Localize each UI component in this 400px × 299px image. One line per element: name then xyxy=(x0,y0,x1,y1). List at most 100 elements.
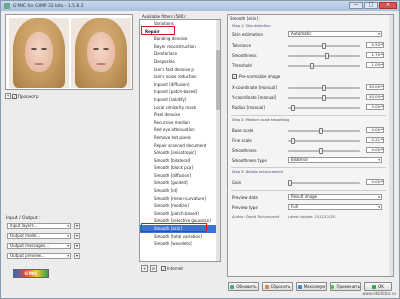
filter-item[interactable]: Inpaint [patch-based] xyxy=(140,88,220,96)
pre-normalize-option[interactable]: ✓ Pre-normalize image xyxy=(232,74,280,79)
title-bar[interactable]: G'MIC for GIMP 32 bits - 1.5.8.2 — □ ✕ xyxy=(1,1,399,11)
output-mode-side[interactable]: ▾ xyxy=(74,233,80,239)
radius-input[interactable]: 5.00 ▴▾ xyxy=(366,104,384,110)
maximize-button[interactable]: □ xyxy=(364,2,378,9)
smoothness-input[interactable]: 1.70 ▴▾ xyxy=(366,52,384,58)
fine-scale-knob[interactable] xyxy=(291,138,296,144)
filter-item[interactable]: Banding denoise xyxy=(140,35,220,43)
filter-item[interactable]: Recursive median xyxy=(140,119,220,127)
radius-slider[interactable] xyxy=(288,105,360,111)
settings-scrollbar[interactable] xyxy=(389,15,393,276)
filter-item[interactable]: Local similarity mask xyxy=(140,104,220,112)
smoothness-knob[interactable] xyxy=(325,53,330,59)
smoothness-slider[interactable] xyxy=(288,53,360,59)
y-coordinate-slider[interactable] xyxy=(288,95,360,101)
filter-item[interactable]: Smooth [wavelets] xyxy=(140,240,220,248)
preview-checkbox[interactable]: ✓ xyxy=(12,93,17,99)
x-coordinate-knob[interactable] xyxy=(322,85,326,91)
filter-item[interactable]: Smooth [total variation] xyxy=(140,233,220,241)
ok-button[interactable]: OK xyxy=(364,282,392,291)
add-filter-button[interactable]: + xyxy=(141,265,148,272)
check-icon xyxy=(372,284,377,289)
tolerance-slider[interactable] xyxy=(288,43,360,49)
update-button[interactable]: Обновить xyxy=(228,282,259,291)
output-mode-select[interactable]: Output mode... ▾ xyxy=(7,233,71,239)
smoothness2-slider[interactable] xyxy=(288,148,360,154)
x-coordinate-label: X-coordinate [manual] xyxy=(232,85,277,90)
y-coordinate-input[interactable]: 50.00 ▴▾ xyxy=(366,94,384,100)
minimize-button[interactable]: — xyxy=(349,2,363,9)
base-scale-knob[interactable] xyxy=(318,128,323,134)
internet-checkbox[interactable]: ✓ xyxy=(161,266,166,271)
filter-item[interactable]: Smooth [median] xyxy=(140,202,220,210)
tolerance-knob[interactable] xyxy=(322,43,326,49)
filter-item[interactable]: Despeckle xyxy=(140,58,220,66)
x-coordinate-slider[interactable] xyxy=(288,85,360,91)
watermark: www.ekbfotos.ru xyxy=(362,291,396,296)
radius-knob[interactable] xyxy=(291,105,296,111)
output-messages-side[interactable]: ▾ xyxy=(74,243,80,249)
filter-item[interactable]: Smooth [bilateral] xyxy=(140,157,220,165)
y-coordinate-knob[interactable] xyxy=(322,95,326,101)
x-coordinate-input[interactable]: 50.00 ▴▾ xyxy=(366,84,384,90)
input-layers-side[interactable]: ▾ xyxy=(74,223,80,229)
refresh-icon[interactable]: ⟳ xyxy=(150,265,157,272)
preview-data-select[interactable]: Result image ▾ xyxy=(288,194,382,200)
skin-estimation-select[interactable]: Automatic ▾ xyxy=(288,31,382,37)
gmic-logo[interactable]: G'MIC xyxy=(13,269,49,278)
filter-item[interactable]: Smooth [mean-curvature] xyxy=(140,195,220,203)
filter-item[interactable]: Remove hot pixels xyxy=(140,134,220,142)
apply-button[interactable]: Применить xyxy=(330,282,361,291)
reset-button[interactable]: Сбросить xyxy=(262,282,293,291)
close-button[interactable]: ✕ xyxy=(379,2,397,9)
filter-list-scrollbar[interactable] xyxy=(216,20,220,261)
preview-checkbox-label: Просмотр xyxy=(18,93,39,99)
maximize-preview-button[interactable]: Максимум xyxy=(296,282,327,291)
output-preview-side[interactable]: ▾ xyxy=(74,253,80,259)
base-scale-slider[interactable] xyxy=(288,128,360,134)
preview-type-select[interactable]: Full ▾ xyxy=(288,204,382,210)
tolerance-input[interactable]: 0.50 ▴▾ xyxy=(366,42,384,48)
gain-knob[interactable] xyxy=(288,180,292,186)
filter-item[interactable]: Smooth [diffusion] xyxy=(140,172,220,180)
internet-toggle[interactable]: ✓ Internet xyxy=(161,266,183,271)
filter-item[interactable]: Smooth [id] xyxy=(140,187,220,195)
gain-slider[interactable] xyxy=(288,180,360,186)
smoothness2-knob[interactable] xyxy=(318,148,323,154)
fine-scale-label: Fine scale xyxy=(232,138,252,143)
filter-item[interactable]: Pixel denoise xyxy=(140,111,220,119)
threshold-slider[interactable] xyxy=(288,63,360,69)
base-scale-input[interactable]: 4.00 ▴▾ xyxy=(366,127,384,133)
smoothness2-input[interactable]: 4.00 ▴▾ xyxy=(366,147,384,153)
filter-item[interactable]: Inpaint [solidify] xyxy=(140,96,220,104)
threshold-input[interactable]: 1.00 ▴▾ xyxy=(366,62,384,68)
smoothness2-label: Smoothness xyxy=(232,148,257,153)
smoothness-type-select[interactable]: Bilateral ▾ xyxy=(288,157,382,163)
skin-estimation-label: Skin estimation xyxy=(232,32,264,37)
filter-item[interactable]: Red eye attenuation xyxy=(140,126,220,134)
fine-scale-input[interactable]: 0.21 ▴▾ xyxy=(366,137,384,143)
filter-tools: + ⟳ ✓ Internet xyxy=(141,265,183,272)
preview-toggle[interactable]: + ✓ Просмотр xyxy=(5,93,39,99)
gain-input[interactable]: 0.00 ▴▾ xyxy=(366,179,384,185)
output-preview-select[interactable]: Output preview... ▾ xyxy=(7,253,71,259)
filter-item[interactable]: Repair scanned document xyxy=(140,142,220,150)
fine-scale-slider[interactable] xyxy=(288,138,360,144)
input-layers-select[interactable]: Input layers... ▾ xyxy=(7,223,71,229)
filter-item[interactable]: Bayer reconstruction xyxy=(140,43,220,51)
output-messages-select[interactable]: Output messages... ▾ xyxy=(7,243,71,249)
zoom-icon[interactable]: + xyxy=(5,93,11,99)
filter-item[interactable]: Deinterlace xyxy=(140,50,220,58)
filter-item[interactable]: Smooth [guided] xyxy=(140,179,220,187)
filter-item[interactable]: Smooth [patch-based] xyxy=(140,210,220,218)
filter-item[interactable]: Smooth [block pca] xyxy=(140,164,220,172)
threshold-knob[interactable] xyxy=(310,63,315,69)
settings-title: Smooth [skin] : xyxy=(230,16,261,21)
scrollbar-thumb[interactable] xyxy=(216,50,220,110)
filter-item[interactable]: Smooth [anisotropic] xyxy=(140,149,220,157)
filter-item[interactable]: Iain's noise reduction xyxy=(140,73,220,81)
pre-normalize-checkbox[interactable]: ✓ xyxy=(232,74,237,79)
filter-item[interactable]: Iain's fast denoise p xyxy=(140,66,220,74)
filter-item[interactable]: Inpaint [diffusion] xyxy=(140,81,220,89)
preview-panel[interactable] xyxy=(5,14,133,90)
